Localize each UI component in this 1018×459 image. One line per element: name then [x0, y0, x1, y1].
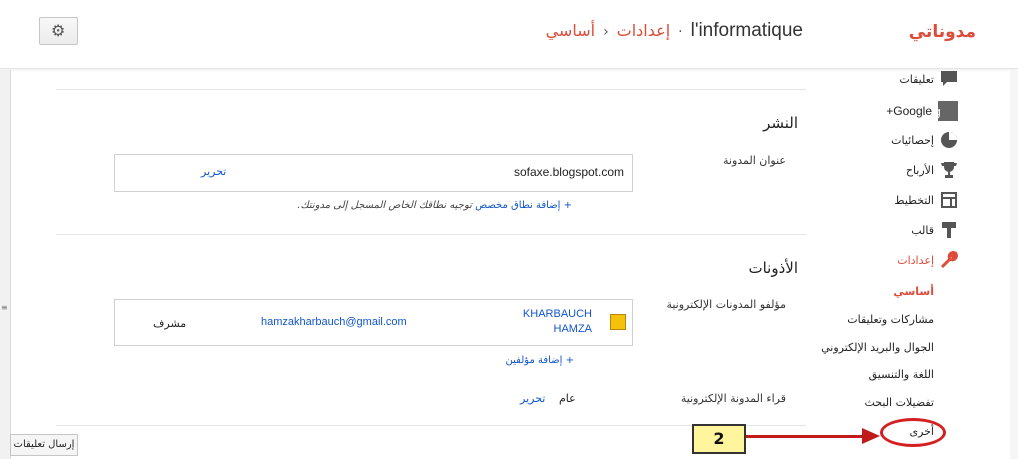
breadcrumb-basic[interactable]: أساسي [546, 21, 595, 40]
right-scrollbar[interactable] [1010, 70, 1018, 459]
blog-authors-label: مؤلفو المدونات الإلكترونية [666, 298, 786, 311]
top-bar: ⚙ أساسي › إعدادات · l'informatique مدونا… [0, 0, 1018, 69]
left-scroll-gutter[interactable]: ≡ [0, 70, 11, 459]
settings-main: النشر عنوان المدونة sofaxe.blogspot.com … [56, 70, 806, 459]
settings-gear-button[interactable]: ⚙ [39, 17, 78, 45]
sidebar-item-label: التخطيط [894, 193, 934, 207]
author-row: KHARBAUCH HAMZA hamzakharbauch@gmail.com… [114, 299, 633, 346]
sidebar-item-earnings[interactable]: الأرباح [906, 161, 958, 179]
avatar [610, 314, 626, 330]
sidebar-item-label: إعدادات [897, 253, 934, 267]
sidebar-sub-language-format[interactable]: اللغة والتنسيق [869, 368, 934, 381]
blog-address-label: عنوان المدونة [722, 154, 786, 167]
sidebar-item-label: تعليقات [899, 72, 934, 86]
gear-icon: ⚙ [51, 21, 66, 40]
sidebar-item-comments[interactable]: تعليقات [899, 70, 958, 88]
sidebar-item-label: إحصائيات [891, 133, 934, 147]
blog-name[interactable]: l'informatique [691, 20, 803, 42]
add-custom-domain-link[interactable]: + إضافة نطاق مخصص [475, 200, 572, 211]
add-authors-link[interactable]: + إضافة مؤلفين [506, 355, 574, 366]
sidebar-item-label: الأرباح [905, 163, 934, 177]
section-title-permissions: الأذونات [748, 259, 798, 277]
sidebar: تعليقات g+ Google+ إحصائيات الأرباح التخ… [820, 70, 1018, 459]
sidebar-item-settings[interactable]: إعدادات [897, 251, 958, 269]
divider [56, 234, 806, 235]
sidebar-sub-search-prefs[interactable]: تفضيلات البحث [864, 396, 934, 409]
blog-readers-edit-link[interactable]: تحرير [520, 392, 545, 405]
author-name-line1[interactable]: KHARBAUCH [523, 308, 592, 320]
blog-address-edit-link[interactable]: تحرير [201, 165, 226, 178]
author-name-line2[interactable]: HAMZA [554, 323, 593, 335]
blog-address-box: sofaxe.blogspot.com تحرير [114, 154, 633, 192]
sidebar-item-template[interactable]: قالب [911, 221, 958, 239]
breadcrumb-separator: › [603, 24, 609, 40]
sidebar-sub-posts-comments[interactable]: مشاركات وتعليقات [847, 313, 934, 326]
sidebar-item-stats[interactable]: إحصائيات [891, 131, 958, 149]
svg-text:g+: g+ [938, 105, 941, 119]
blog-address-value: sofaxe.blogspot.com [513, 165, 624, 179]
comment-icon [940, 70, 958, 88]
add-domain-note: توجيه نطاقك الخاص المسجل إلى مدونتك. [297, 200, 472, 211]
blog-readers-value: عام [559, 392, 576, 405]
breadcrumb-settings[interactable]: إعدادات [617, 21, 670, 40]
add-domain-row: + إضافة نطاق مخصص توجيه نطاقك الخاص المس… [297, 200, 572, 211]
breadcrumb-dot: · [678, 24, 683, 40]
sidebar-item-layout[interactable]: التخطيط [894, 191, 958, 209]
google-plus-icon: g+ [923, 101, 958, 121]
sidebar-sub-basic[interactable]: أساسي [893, 285, 934, 298]
template-brush-icon [940, 221, 958, 239]
author-role[interactable]: مشرف [153, 317, 186, 330]
stats-pie-icon [940, 131, 958, 149]
send-feedback-button[interactable]: إرسال تعليقات [10, 434, 78, 456]
grip-icon[interactable]: ≡ [1, 303, 8, 312]
highlight-oval [880, 418, 946, 447]
breadcrumb: أساسي › إعدادات · l'informatique [546, 20, 803, 42]
wrench-icon [940, 251, 958, 269]
section-title-publishing: النشر [763, 114, 798, 132]
annotation-number-callout: 2 [692, 424, 746, 454]
sidebar-sub-mobile-email[interactable]: الجوال والبريد الإلكتروني [821, 341, 934, 354]
trophy-icon [940, 161, 958, 179]
brand-logo-text[interactable]: مدوناتي [909, 22, 976, 42]
author-email[interactable]: hamzakharbauch@gmail.com [261, 316, 407, 328]
annotation-arrow-line [746, 435, 866, 438]
blog-readers-label: قراء المدونة الإلكترونية [680, 392, 786, 405]
sidebar-item-google-plus[interactable]: g+ Google+ [886, 101, 958, 121]
divider [56, 89, 806, 90]
layout-icon [940, 191, 958, 209]
sidebar-item-label: Google+ [886, 104, 932, 118]
annotation-arrow-head [862, 428, 880, 444]
sidebar-item-label: قالب [911, 223, 934, 237]
